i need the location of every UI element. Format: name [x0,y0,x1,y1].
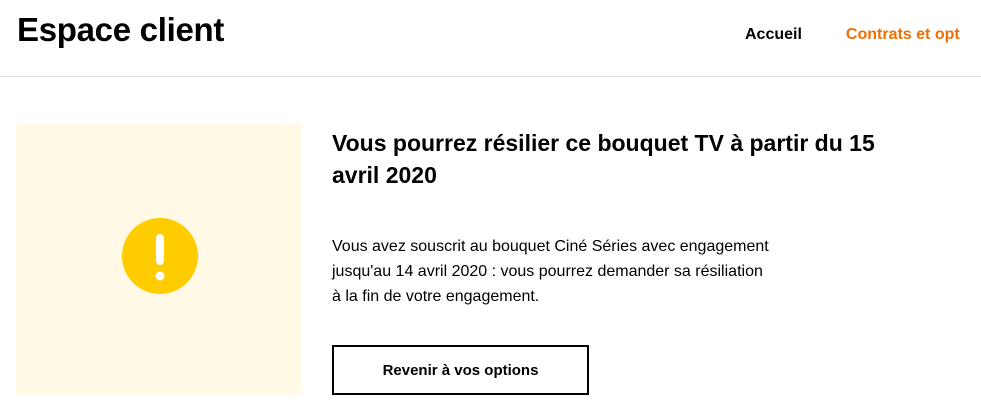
back-to-options-button[interactable]: Revenir à vos options [332,345,589,395]
description-line: Vous avez souscrit au bouquet Ciné Série… [332,238,769,255]
nav-link-accueil[interactable]: Accueil [745,26,802,44]
page-title: Espace client [17,11,225,48]
warning-exclamation-icon [122,218,198,294]
main-content: Vous pourrez résilier ce bouquet TV à pa… [332,127,932,305]
main-nav: Accueil Contrats et opt [745,26,981,44]
site-header: Espace client Accueil Contrats et opt [0,0,981,77]
description-line: jusqu'au 14 avril 2020 : vous pourrez de… [332,263,763,280]
nav-link-contrats-et-options[interactable]: Contrats et opt [846,26,960,44]
warning-illustration-panel [16,123,302,395]
description-line: à la fin de votre engagement. [332,288,540,305]
cancellation-headline: Vous pourrez résilier ce bouquet TV à pa… [332,130,875,188]
cancellation-description: Vous avez souscrit au bouquet Ciné Série… [332,234,832,309]
page: Espace client Accueil Contrats et opt Vou… [0,0,981,413]
